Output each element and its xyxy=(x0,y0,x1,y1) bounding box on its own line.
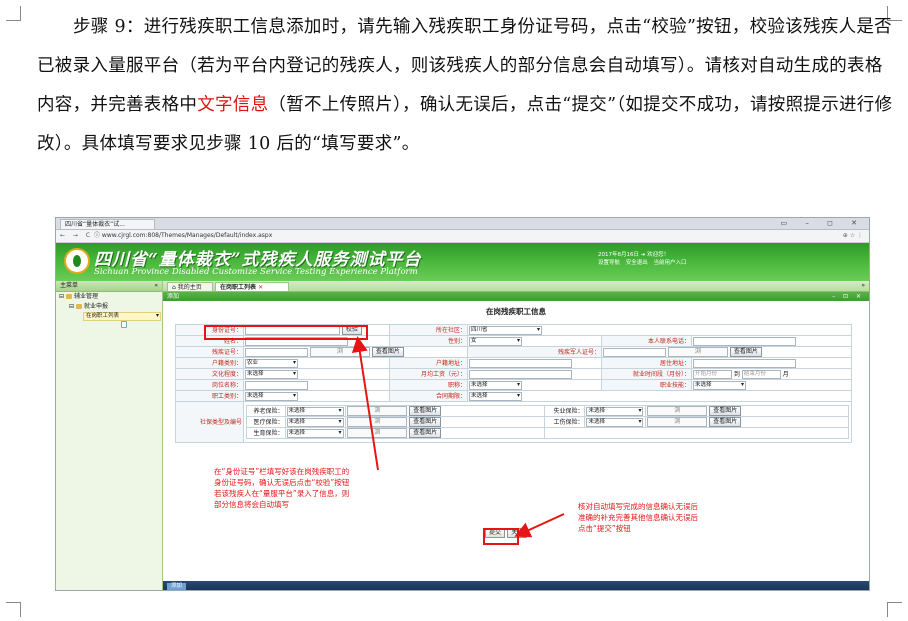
annotation-line: 点击“提交”按钮 xyxy=(578,524,631,533)
page-corner-mark xyxy=(887,602,902,617)
arrow-to-id-field xyxy=(351,336,379,471)
annotation-arrows xyxy=(351,336,565,538)
instruction-highlight: 文字信息 xyxy=(197,95,269,115)
embedded-screenshot: 四川省“量体裁衣”试... ▭ – ◻ ✕ ← → C ⓘ www.cjrgl.… xyxy=(55,217,870,591)
instruction-paragraph: 步骤 9：进行残疾职工信息添加时，请先输入残疾职工身份证号码，点击“校验”按钮，… xyxy=(37,8,895,164)
arrow-to-submit xyxy=(514,513,565,538)
annotation-line: 部分信息将会自动填写 xyxy=(214,500,289,509)
annotation-line: 在“身份证号”栏填写好该在岗残疾职工的 xyxy=(214,467,350,476)
annotation-line: 核对自动填写完成的信息确认无误后 xyxy=(578,502,698,511)
annotation-line: 若该残疾人在“量服平台”录入了信息，则 xyxy=(214,489,350,498)
page-corner-mark xyxy=(6,6,21,21)
annotation-line: 身份证号码，确认无误后点击“校验”按钮 xyxy=(214,478,350,487)
annotation-right: 核对自动填写完成的信息确认无误后 准确的补充完善其他信息确认无误后 点击“提交”… xyxy=(578,501,698,534)
annotation-left: 在“身份证号”栏填写好该在岗残疾职工的 身份证号码，确认无误后点击“校验”按钮 … xyxy=(214,466,349,510)
page-corner-mark xyxy=(6,602,21,617)
annotation-line: 准确的补充完善其他信息确认无误后 xyxy=(578,513,698,522)
